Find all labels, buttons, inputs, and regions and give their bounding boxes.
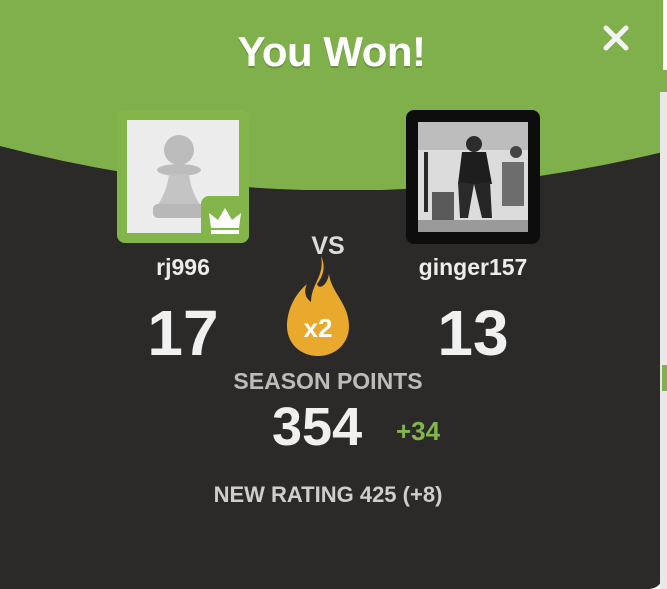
game-result-modal: You Won! rj996 17 ginger157 13 VS x2 SEA…: [0, 0, 663, 589]
result-title: You Won!: [237, 28, 426, 75]
player-name-right[interactable]: ginger157: [393, 254, 553, 281]
new-rating-text: NEW RATING 425 (+8): [213, 482, 443, 507]
season-points-value: 354: [272, 397, 363, 457]
season-points-delta: +34: [396, 416, 441, 446]
crown-icon: [209, 208, 241, 234]
points-multiplier: x2: [303, 313, 333, 343]
season-points-label: SEASON POINTS: [233, 368, 423, 394]
photo-avatar: [418, 122, 528, 232]
background-edge: [660, 70, 667, 589]
winner-badge: [201, 196, 249, 243]
player-score-right: 13: [437, 297, 509, 369]
player-score-left: 17: [147, 297, 219, 369]
player-avatar-left[interactable]: [117, 110, 249, 243]
player-avatar-right[interactable]: [406, 110, 540, 244]
player-name-left[interactable]: rj996: [117, 254, 249, 281]
vintage-photo: [418, 122, 528, 232]
close-button[interactable]: [598, 20, 634, 56]
close-icon: [603, 25, 629, 51]
